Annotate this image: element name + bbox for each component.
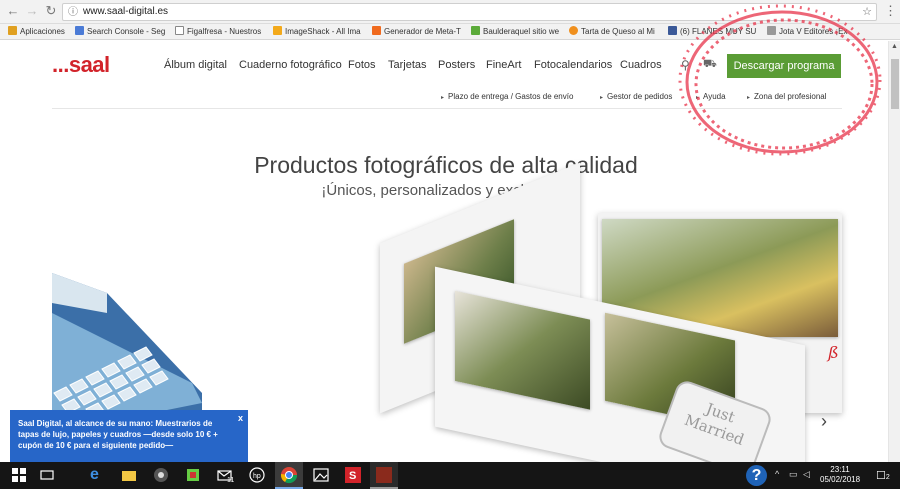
blogger-icon — [372, 26, 381, 35]
photos-icon[interactable] — [312, 466, 330, 484]
battery-icon[interactable]: ▭ — [789, 469, 798, 480]
editor-icon — [767, 26, 776, 35]
scroll-up-icon[interactable]: ▲ — [891, 43, 898, 50]
forward-arrow-icon[interactable]: → — [24, 3, 40, 19]
info-icon[interactable]: ⓘ — [68, 5, 78, 21]
volume-icon[interactable]: ◁ — [803, 469, 810, 480]
hero-title: Productos fotográficos de alta calidad — [254, 152, 638, 178]
promo-text: Saal Digital, al alcance de su mano: Mue… — [18, 419, 218, 450]
media-player-icon[interactable] — [152, 466, 170, 484]
edge-icon[interactable]: e — [90, 466, 108, 484]
bookmark-item[interactable]: Jota V Editores ¡Ex — [767, 26, 857, 38]
apps-grid-icon — [8, 26, 17, 35]
bookmark-label: ImageShack - All Ima — [285, 27, 361, 36]
bookmark-item[interactable]: Search Console - Seg — [75, 26, 169, 38]
clock-time: 23:11 — [830, 465, 850, 474]
notification-count: 2 — [885, 474, 890, 481]
task-view-icon[interactable] — [38, 466, 56, 484]
subnav-help[interactable]: Ayuda — [696, 92, 726, 101]
scroll-thumb[interactable] — [891, 59, 899, 109]
bookmark-label: Aplicaciones — [20, 27, 65, 36]
subnav-delivery[interactable]: Plazo de entrega / Gastos de envío — [441, 92, 573, 101]
help-question-icon[interactable]: ? — [746, 465, 767, 486]
bookmark-label: Figalfresa - Nuestros — [187, 27, 262, 36]
nav-item-fotocalendarios[interactable]: Fotocalendarios — [534, 59, 612, 71]
bar-chart-icon — [471, 26, 480, 35]
webpage: ...saal Álbum digital Cuaderno fotográfi… — [0, 41, 900, 462]
carousel-next-icon[interactable]: › — [821, 411, 827, 432]
svg-text:hp: hp — [253, 473, 261, 480]
promo-close-button[interactable]: x — [238, 413, 243, 424]
mail-badge: 11 — [227, 477, 235, 484]
reload-icon[interactable]: ↻ — [43, 3, 59, 19]
nav-item-fotos[interactable]: Fotos — [348, 59, 376, 71]
hp-icon[interactable]: hp — [248, 466, 266, 484]
nav-item-tarjetas[interactable]: Tarjetas — [388, 59, 427, 71]
page-icon — [175, 26, 184, 35]
browser-toolbar: ← → ↻ ⓘ www.saal-digital.es ☆ ⋮ — [0, 0, 900, 24]
recipe-icon — [569, 26, 578, 35]
url-text: www.saal-digital.es — [83, 6, 169, 17]
page-scrollbar[interactable]: ▲ — [888, 41, 900, 462]
hero-subtitle: ¡Únicos, personalizados y exclusivos! — [321, 182, 571, 199]
paint-icon[interactable] — [184, 466, 202, 484]
browser-menu-icon[interactable]: ⋮ — [884, 3, 897, 19]
subnav-professional-zone[interactable]: Zona del profesional — [747, 92, 827, 101]
bookmark-label: Jota V Editores ¡Ex — [779, 27, 848, 36]
promo-banner[interactable]: Saal Digital, al alcance de su mano: Mue… — [10, 410, 248, 462]
wedding-group-photo — [455, 290, 590, 410]
bookmark-item[interactable]: Tarta de Queso al Mi — [569, 26, 661, 38]
file-explorer-icon[interactable] — [120, 466, 138, 484]
search-icon[interactable]: ⚲ — [681, 58, 690, 72]
nav-item-posters[interactable]: Posters — [438, 59, 475, 71]
bookmark-label: Tarta de Queso al Mi — [581, 27, 655, 36]
clock-date: 05/02/2018 — [820, 475, 861, 484]
bookmark-item[interactable]: Aplicaciones — [8, 26, 78, 38]
nav-item-album-digital[interactable]: Álbum digital — [164, 59, 227, 71]
windows-start-icon[interactable] — [10, 466, 28, 484]
nav-item-cuaderno-fotografico[interactable]: Cuaderno fotográfico — [239, 59, 342, 71]
address-bar[interactable]: ⓘ www.saal-digital.es ☆ — [62, 3, 877, 21]
bookmark-label: (6) FLANES MUY SU — [680, 27, 757, 36]
imageshack-icon — [273, 26, 282, 35]
windows-taskbar: e 11 hp S ? ^ ▭ ◁ 23:11 05/02/2018 ☐2 — [0, 462, 900, 489]
svg-text:S: S — [349, 470, 356, 482]
tray-chevron-icon[interactable]: ^ — [775, 469, 779, 479]
notification-center-icon[interactable]: ☐2 — [876, 469, 890, 482]
bookmark-label: Search Console - Seg — [87, 27, 166, 36]
bookmark-item[interactable]: ImageShack - All Ima — [273, 26, 365, 38]
back-arrow-icon[interactable]: ← — [5, 3, 21, 19]
cart-icon[interactable]: ⛟ — [703, 58, 717, 72]
photo-app-icon[interactable] — [375, 466, 393, 484]
bookmark-label: Baulderaquel sitio we — [483, 27, 560, 36]
saal-app-icon[interactable]: S — [344, 466, 362, 484]
decorative-script-mark: ß — [828, 343, 839, 362]
facebook-icon — [668, 26, 677, 35]
bookmark-label: Generador de Meta-T — [384, 27, 461, 36]
bookmark-star-icon[interactable]: ☆ — [862, 4, 872, 20]
nav-item-fineart[interactable]: FineArt — [486, 59, 521, 71]
saal-logo[interactable]: ...saal — [52, 52, 110, 78]
bookmark-item[interactable]: Baulderaquel sitio we — [471, 26, 563, 38]
search-console-icon — [75, 26, 84, 35]
taskbar-clock[interactable]: 23:11 05/02/2018 — [820, 465, 860, 485]
download-program-button[interactable]: Descargar programa — [727, 54, 841, 78]
bookmark-item[interactable]: Generador de Meta-T — [372, 26, 466, 38]
subnav-order-manager[interactable]: Gestor de pedidos — [600, 92, 672, 101]
header-divider — [52, 108, 842, 109]
bookmark-item[interactable]: (6) FLANES MUY SU — [668, 26, 760, 38]
nav-item-cuadros[interactable]: Cuadros — [620, 59, 662, 71]
chrome-icon[interactable] — [280, 466, 298, 484]
bookmark-item[interactable]: Figalfresa - Nuestros — [175, 26, 267, 38]
bookmarks-bar: Aplicaciones Search Console - Seg Figalf… — [0, 24, 900, 40]
